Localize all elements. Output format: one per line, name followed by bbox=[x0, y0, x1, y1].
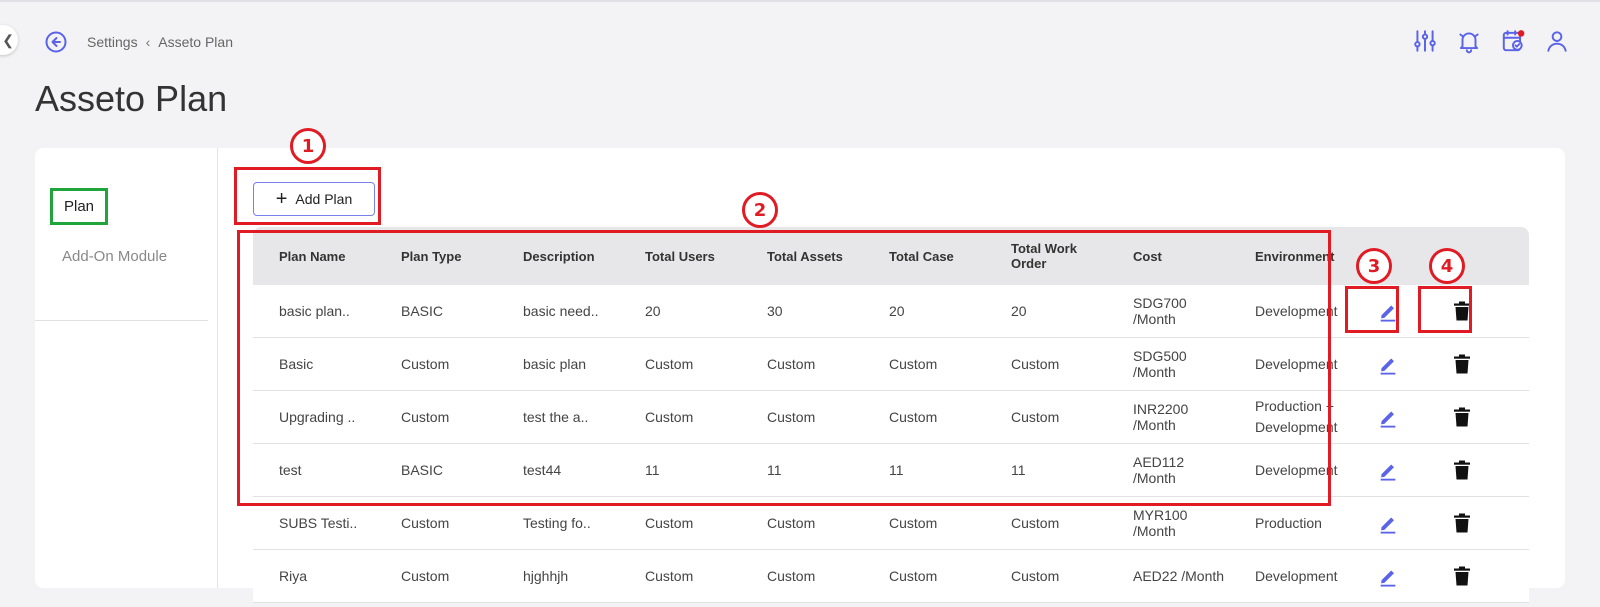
edit-button[interactable] bbox=[1351, 353, 1425, 375]
pencil-icon bbox=[1380, 570, 1396, 587]
cell-cost: MYR100 /Month bbox=[1133, 507, 1188, 539]
delete-button[interactable] bbox=[1425, 407, 1499, 427]
trash-icon bbox=[1454, 407, 1470, 427]
cell-total-work-order: Custom bbox=[1011, 515, 1060, 531]
bell-icon[interactable] bbox=[1456, 28, 1482, 54]
pencil-icon bbox=[1380, 358, 1396, 375]
delete-button[interactable] bbox=[1425, 354, 1499, 374]
pencil-icon bbox=[1380, 517, 1396, 534]
annotation-marker-1: 1 bbox=[290, 128, 326, 164]
table-row: Riya Custom hjghhjh Custom Custom Custom Custo… bbox=[253, 550, 1529, 603]
calendar-check-icon[interactable] bbox=[1500, 28, 1526, 54]
breadcrumb: Settings ‹ Asseto Plan bbox=[87, 34, 233, 50]
cell-total-assets: Custom bbox=[767, 515, 816, 531]
sidebar-collapse-button[interactable]: ❮ bbox=[0, 25, 18, 55]
edit-button[interactable] bbox=[1351, 512, 1425, 534]
trash-icon bbox=[1454, 566, 1470, 586]
cell-plan-name: Riya bbox=[279, 568, 308, 584]
plan-side-nav: Plan Add-On Module bbox=[35, 148, 218, 588]
edit-button[interactable] bbox=[1351, 406, 1425, 428]
user-icon[interactable] bbox=[1544, 28, 1570, 54]
cell-total-users: Custom bbox=[645, 515, 694, 531]
cell-plan-type: Custom bbox=[401, 515, 450, 531]
delete-button[interactable] bbox=[1425, 566, 1499, 586]
cell-description: Testing fo.. bbox=[523, 515, 591, 531]
cell-total-case: Custom bbox=[889, 515, 938, 531]
edit-button[interactable] bbox=[1351, 565, 1425, 587]
annotation-box-3 bbox=[1345, 286, 1399, 333]
annotation-box-4 bbox=[1418, 286, 1472, 333]
cell-plan-type: Custom bbox=[401, 568, 450, 584]
page-title: Asseto Plan bbox=[35, 78, 228, 119]
cell-total-work-order: Custom bbox=[1011, 568, 1060, 584]
annotation-box-1 bbox=[234, 167, 381, 225]
cell-environment: Development bbox=[1255, 567, 1338, 584]
trash-icon bbox=[1454, 460, 1470, 480]
annotation-box-2 bbox=[237, 230, 1331, 506]
chevron-left-icon: ‹ bbox=[145, 34, 151, 50]
trash-icon bbox=[1454, 354, 1470, 374]
cell-description: hjghhjh bbox=[523, 568, 569, 584]
nav-divider bbox=[35, 320, 208, 321]
sliders-icon[interactable] bbox=[1412, 28, 1438, 54]
annotation-marker-3: 3 bbox=[1356, 248, 1392, 284]
cell-cost: AED22 /Month bbox=[1133, 568, 1225, 584]
cell-total-assets: Custom bbox=[767, 568, 816, 584]
cell-total-case: Custom bbox=[889, 568, 938, 584]
annotation-marker-2: 2 bbox=[742, 192, 778, 228]
back-circle-icon[interactable] bbox=[44, 30, 68, 54]
delete-button[interactable] bbox=[1425, 513, 1499, 533]
cell-plan-name: SUBS Testi.. bbox=[279, 515, 358, 531]
nav-item-add-on-module[interactable]: Add-On Module bbox=[62, 248, 167, 265]
delete-button[interactable] bbox=[1425, 460, 1499, 480]
pencil-icon bbox=[1380, 464, 1396, 481]
nav-item-plan[interactable]: Plan bbox=[50, 188, 109, 225]
cell-total-users: Custom bbox=[645, 568, 694, 584]
trash-icon bbox=[1454, 513, 1470, 533]
top-border bbox=[0, 0, 1600, 2]
header-icons bbox=[1412, 28, 1570, 54]
breadcrumb-settings-link[interactable]: Settings bbox=[87, 34, 138, 50]
annotation-marker-4: 4 bbox=[1429, 248, 1465, 284]
edit-button[interactable] bbox=[1351, 459, 1425, 481]
cell-environment: Production bbox=[1255, 514, 1322, 531]
pencil-icon bbox=[1380, 411, 1396, 428]
breadcrumb-current: Asseto Plan bbox=[158, 34, 233, 50]
chevron-left-icon: ❮ bbox=[2, 31, 14, 48]
